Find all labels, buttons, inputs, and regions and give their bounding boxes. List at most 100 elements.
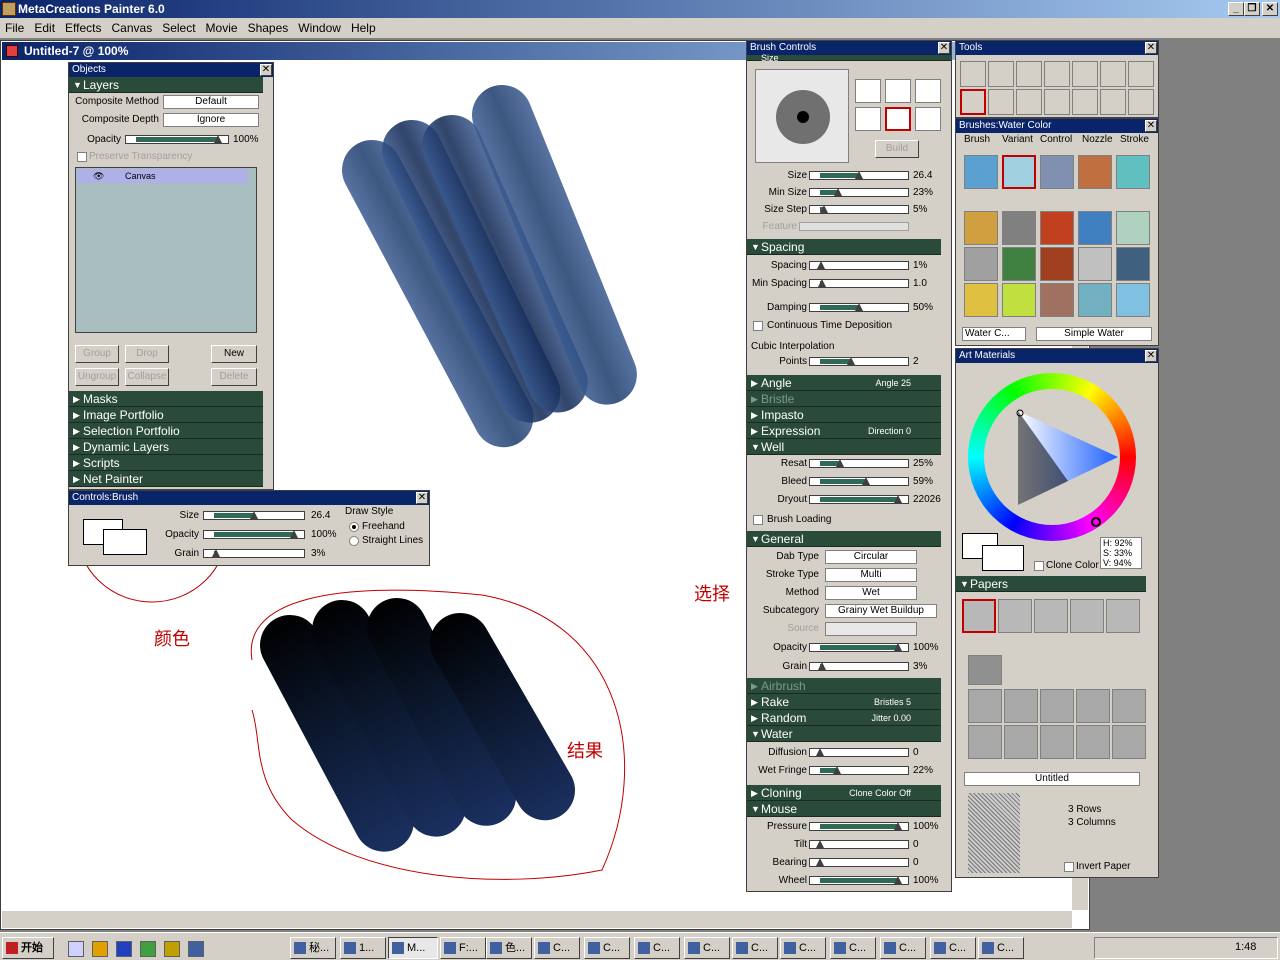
bearing-slider-thumb[interactable] bbox=[816, 858, 824, 866]
menu-file[interactable]: File bbox=[0, 18, 29, 38]
brush-variant-14-icon[interactable] bbox=[1078, 283, 1112, 317]
tab-variant[interactable]: Variant bbox=[1002, 134, 1033, 145]
menu-select[interactable]: Select bbox=[157, 18, 200, 38]
brush-variant-13-icon[interactable] bbox=[1040, 283, 1074, 317]
pen-icon[interactable] bbox=[1100, 61, 1126, 87]
size-slider-thumb[interactable] bbox=[855, 171, 863, 179]
brush-variant-10-icon[interactable] bbox=[1116, 247, 1150, 281]
spacing-section[interactable]: ▼ Spacing bbox=[747, 239, 941, 255]
pressure-slider-thumb[interactable] bbox=[894, 822, 902, 830]
close-icon[interactable]: ✕ bbox=[1145, 350, 1157, 362]
profile-5-icon[interactable] bbox=[885, 107, 911, 131]
wheel-slider-thumb[interactable] bbox=[894, 876, 902, 884]
method-field[interactable]: Wet bbox=[825, 586, 917, 600]
shape-icon[interactable] bbox=[1128, 89, 1154, 115]
am-secondary-swatch[interactable] bbox=[982, 545, 1024, 571]
profile-1-icon[interactable] bbox=[855, 79, 881, 103]
restore-button[interactable]: ❐ bbox=[1244, 2, 1260, 16]
diffusion-slider[interactable] bbox=[809, 748, 909, 757]
profile-2-icon[interactable] bbox=[885, 79, 911, 103]
tilt-slider[interactable] bbox=[809, 840, 909, 849]
g_grain-slider[interactable] bbox=[809, 662, 909, 671]
brush-variant-9-icon[interactable] bbox=[1078, 247, 1112, 281]
taskbar-item[interactable]: C... bbox=[534, 937, 580, 959]
taskbar-item[interactable]: C... bbox=[584, 937, 630, 959]
min_spacing-slider[interactable] bbox=[809, 279, 909, 288]
spacing-slider[interactable] bbox=[809, 261, 909, 270]
size_step-slider-thumb[interactable] bbox=[819, 205, 828, 213]
taskbar-item[interactable]: 1... bbox=[340, 937, 386, 959]
close-icon[interactable]: ✕ bbox=[260, 64, 272, 76]
damping-slider-thumb[interactable] bbox=[855, 303, 863, 311]
eye-icon[interactable]: 👁 bbox=[93, 169, 104, 183]
impasto_sect-toggle-icon[interactable]: ▶ bbox=[751, 407, 758, 423]
cb-grain-slider[interactable] bbox=[203, 549, 305, 558]
feature-slider[interactable] bbox=[799, 222, 909, 231]
quick-launch-icon-2[interactable] bbox=[92, 941, 108, 957]
collapse-button[interactable]: Collapse bbox=[125, 368, 169, 386]
bristle-section[interactable]: ▶ Bristle bbox=[747, 391, 941, 407]
mouse_sect-toggle-icon[interactable]: ▼ bbox=[751, 801, 760, 817]
damping-slider[interactable] bbox=[809, 303, 909, 312]
crop-icon[interactable] bbox=[1016, 61, 1042, 87]
composite-method-field[interactable]: Default bbox=[163, 95, 259, 109]
random_sect-toggle-icon[interactable]: ▶ bbox=[751, 710, 758, 726]
paper-swatch-5[interactable] bbox=[1106, 599, 1140, 633]
horizontal-scrollbar[interactable] bbox=[2, 910, 1072, 928]
tab-brush[interactable]: Brush bbox=[964, 134, 990, 145]
menu-edit[interactable]: Edit bbox=[29, 18, 60, 38]
expression_sect-toggle-icon[interactable]: ▶ bbox=[751, 423, 758, 439]
cb-opacity-slider[interactable] bbox=[203, 530, 305, 539]
paper-library-9[interactable] bbox=[1076, 725, 1110, 759]
taskbar-item[interactable]: 色... bbox=[486, 937, 532, 959]
brush-variant-4-icon[interactable] bbox=[1078, 211, 1112, 245]
spacing_sect-toggle-icon[interactable]: ▼ bbox=[751, 239, 760, 255]
brush-variant-1-icon[interactable] bbox=[964, 211, 998, 245]
menu-movie[interactable]: Movie bbox=[201, 18, 243, 38]
brush-category-5-icon[interactable] bbox=[1116, 155, 1150, 189]
cloning_sect-toggle-icon[interactable]: ▶ bbox=[751, 785, 758, 801]
taskbar-item[interactable]: C... bbox=[830, 937, 876, 959]
brush-variant-12-icon[interactable] bbox=[1002, 283, 1036, 317]
minimize-button[interactable]: _ bbox=[1228, 2, 1244, 16]
paper-library-2[interactable] bbox=[1004, 689, 1038, 723]
brush-category-3-icon[interactable] bbox=[1040, 155, 1074, 189]
close-app-button[interactable]: ✕ bbox=[1262, 2, 1278, 16]
taskbar-item[interactable]: C... bbox=[880, 937, 926, 959]
brush-variant-field[interactable]: Simple Water bbox=[1036, 327, 1152, 341]
text-icon[interactable] bbox=[1100, 89, 1126, 115]
brush-variant-15-icon[interactable] bbox=[1116, 283, 1150, 317]
dab_type-field[interactable]: Circular bbox=[825, 550, 917, 564]
net-painter-section[interactable]: ▶ Net Painter bbox=[69, 471, 263, 487]
taskbar-item[interactable]: C... bbox=[978, 937, 1024, 959]
close-icon[interactable]: ✕ bbox=[938, 42, 950, 54]
source-field[interactable] bbox=[825, 622, 917, 636]
menu-help[interactable]: Help bbox=[346, 18, 381, 38]
brush-variant-7-icon[interactable] bbox=[1002, 247, 1036, 281]
straight-lines-radio[interactable] bbox=[349, 536, 359, 546]
spacing-slider-thumb[interactable] bbox=[816, 261, 825, 269]
bleed-slider-thumb[interactable] bbox=[862, 477, 871, 485]
delete-layer-button[interactable]: Delete bbox=[211, 368, 257, 386]
lasso-icon[interactable] bbox=[1044, 61, 1070, 87]
brush-variant-8-icon[interactable] bbox=[1040, 247, 1074, 281]
tab-nozzle[interactable]: Nozzle bbox=[1082, 134, 1113, 145]
profile-4-icon[interactable] bbox=[855, 107, 881, 131]
rake_sect-toggle-icon[interactable]: ▶ bbox=[751, 694, 758, 710]
quick-launch-icon-6[interactable] bbox=[188, 941, 204, 957]
build-button[interactable]: Build bbox=[875, 140, 919, 158]
dryout-slider-thumb[interactable] bbox=[894, 495, 902, 503]
brush_loading-checkbox[interactable] bbox=[753, 515, 763, 525]
start-button[interactable]: 开始 bbox=[2, 937, 54, 959]
image-portfolio-section[interactable]: ▶ Image Portfolio bbox=[69, 407, 263, 423]
layer-opacity-slider[interactable] bbox=[125, 135, 229, 144]
menu-canvas[interactable]: Canvas bbox=[107, 18, 158, 38]
min_spacing-slider-thumb[interactable] bbox=[817, 279, 826, 287]
diffusion-slider-thumb[interactable] bbox=[816, 748, 824, 756]
quick-launch-icon-3[interactable] bbox=[116, 941, 132, 957]
brush-variant-11-icon[interactable] bbox=[964, 283, 998, 317]
pressure-slider[interactable] bbox=[809, 822, 909, 831]
wheel-slider[interactable] bbox=[809, 876, 909, 885]
quick-launch-icon-4[interactable] bbox=[140, 941, 156, 957]
angle-section[interactable]: ▶ Angle Angle 25 bbox=[747, 375, 941, 391]
